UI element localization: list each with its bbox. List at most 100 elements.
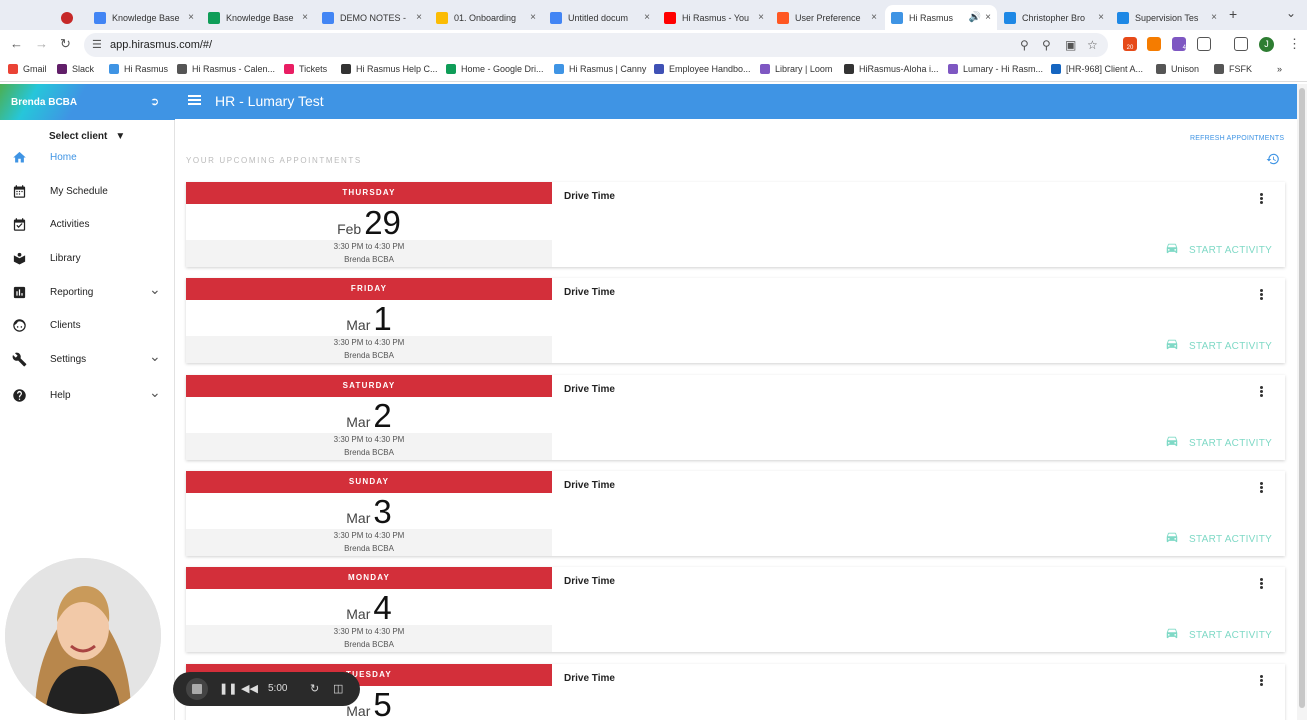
bookmark-item[interactable]: FSFK xyxy=(1214,64,1252,74)
bookmark-item[interactable]: Hi Rasmus | Canny xyxy=(554,64,646,74)
appointment-card[interactable]: FRIDAY Mar1 3:30 PM to 4:30 PM Brenda BCBA D… xyxy=(186,278,1285,363)
restart-icon[interactable]: ↻ xyxy=(310,682,319,695)
profile-avatar[interactable]: J xyxy=(1259,37,1274,52)
more-options-icon[interactable] xyxy=(1258,482,1264,494)
appointment-card[interactable]: SUNDAY Mar3 3:30 PM to 4:30 PM Brenda BCBA D… xyxy=(186,471,1285,556)
extensions-puzzle-icon[interactable] xyxy=(1197,37,1211,51)
rewind-icon[interactable]: ◀◀ xyxy=(241,682,258,695)
browser-tab[interactable]: Christopher Bro × xyxy=(998,5,1110,30)
browser-tab[interactable] xyxy=(55,5,88,30)
start-activity-button[interactable]: START ACTIVITY xyxy=(1165,628,1272,643)
browser-tab[interactable]: Knowledge Base × xyxy=(202,5,314,30)
bookmark-item[interactable]: Hi Rasmus - Calen... xyxy=(177,64,275,74)
reload-icon[interactable]: ↻ xyxy=(60,36,71,52)
bookmark-label: Hi Rasmus Help C... xyxy=(356,64,438,74)
sidebar-item-settings[interactable]: Settings ⌄ xyxy=(0,344,175,374)
refresh-appointments-button[interactable]: REFRESH APPOINTMENTS xyxy=(1190,135,1284,142)
location-icon[interactable]: ⚲ xyxy=(1020,38,1029,52)
bookmark-item[interactable]: Library | Loom xyxy=(760,64,832,74)
close-tab-icon[interactable]: × xyxy=(530,12,536,23)
bookmark-item[interactable]: Hi Rasmus xyxy=(109,64,168,74)
bookmark-item[interactable]: Gmail xyxy=(8,64,47,74)
speaker-icon[interactable]: 🔊 xyxy=(969,12,981,23)
trash-icon[interactable]: ◫ xyxy=(333,682,343,695)
close-tab-icon[interactable]: × xyxy=(188,12,194,23)
close-tab-icon[interactable]: × xyxy=(302,12,308,23)
browser-tab[interactable]: User Preference × xyxy=(771,5,883,30)
bookmark-item[interactable]: HiRasmus-Aloha i... xyxy=(844,64,939,74)
bookmark-item[interactable]: Lumary - Hi Rasm... xyxy=(948,64,1043,74)
extension-icon-2[interactable] xyxy=(1147,37,1161,51)
browser-tab[interactable]: Knowledge Base × xyxy=(88,5,200,30)
stop-recording-button[interactable] xyxy=(186,678,208,700)
more-options-icon[interactable] xyxy=(1258,578,1264,590)
sidebar-item-my-schedule[interactable]: My Schedule xyxy=(0,176,175,206)
extension-icon-1[interactable]: 20 xyxy=(1123,37,1137,51)
close-tab-icon[interactable]: × xyxy=(1211,12,1217,23)
browser-menu-icon[interactable]: ⋮ xyxy=(1288,36,1301,52)
close-tab-icon[interactable]: × xyxy=(985,12,991,23)
close-tab-icon[interactable]: × xyxy=(416,12,422,23)
more-options-icon[interactable] xyxy=(1258,193,1264,205)
main-content: REFRESH APPOINTMENTS YOUR UPCOMING APPOI… xyxy=(175,119,1297,720)
tab-search-icon[interactable]: ⌄ xyxy=(1286,6,1296,20)
new-tab-button[interactable]: + xyxy=(1229,6,1237,22)
sidebar-item-help[interactable]: Help ⌄ xyxy=(0,380,175,410)
close-tab-icon[interactable]: × xyxy=(1098,12,1104,23)
history-icon[interactable] xyxy=(1266,152,1280,166)
start-activity-button[interactable]: START ACTIVITY xyxy=(1165,243,1272,258)
page-scrollbar[interactable] xyxy=(1297,84,1307,720)
bookmark-item[interactable]: Employee Handbo... xyxy=(654,64,751,74)
sidebar-item-library[interactable]: Library xyxy=(0,243,175,273)
start-activity-button[interactable]: START ACTIVITY xyxy=(1165,532,1272,547)
pause-icon[interactable]: ❚❚ xyxy=(219,682,237,695)
bookmark-item[interactable]: Home - Google Dri... xyxy=(446,64,544,74)
sidebar-item-home[interactable]: Home xyxy=(0,142,175,172)
close-tab-icon[interactable]: × xyxy=(758,12,764,23)
browser-tab[interactable]: Supervision Tes × xyxy=(1111,5,1223,30)
extension-icon-3[interactable]: 4 xyxy=(1172,37,1186,51)
bookmark-star-icon[interactable]: ☆ xyxy=(1087,38,1098,52)
select-client-dropdown[interactable]: Select client ▼ xyxy=(49,131,125,142)
browser-tab[interactable]: Hi Rasmus 🔊 × xyxy=(885,5,997,30)
hamburger-menu-icon[interactable] xyxy=(188,95,201,105)
bookmark-item[interactable]: [HR-968] Client A... xyxy=(1051,64,1143,74)
browser-tab[interactable]: 01. Onboarding × xyxy=(430,5,542,30)
chevron-down-icon[interactable]: ⌄ xyxy=(149,281,161,298)
more-options-icon[interactable] xyxy=(1258,386,1264,398)
bookmarks-overflow-icon[interactable]: » xyxy=(1277,64,1282,74)
logout-icon[interactable]: ➲ xyxy=(150,95,159,108)
forward-icon[interactable]: → xyxy=(35,36,48,51)
appointment-card[interactable]: THURSDAY Feb29 3:30 PM to 4:30 PM Brenda BC… xyxy=(186,182,1285,267)
bookmark-item[interactable]: Hi Rasmus Help C... xyxy=(341,64,438,74)
bookmark-item[interactable]: Tickets xyxy=(284,64,327,74)
browser-tab[interactable]: Untitled docum × xyxy=(544,5,656,30)
more-options-icon[interactable] xyxy=(1258,675,1264,687)
sidebar-item-clients[interactable]: Clients xyxy=(0,310,175,340)
more-options-icon[interactable] xyxy=(1258,289,1264,301)
bookmark-item[interactable]: Unison xyxy=(1156,64,1199,74)
side-panel-icon[interactable] xyxy=(1234,37,1248,51)
sidebar-item-reporting[interactable]: Reporting ⌄ xyxy=(0,277,175,307)
install-icon[interactable]: ▣ xyxy=(1065,38,1076,52)
site-info-icon[interactable]: ☰ xyxy=(92,38,102,51)
bookmark-item[interactable]: Slack xyxy=(57,64,94,74)
start-activity-button[interactable]: START ACTIVITY xyxy=(1165,436,1272,451)
browser-tab[interactable]: DEMO NOTES - × xyxy=(316,5,428,30)
back-icon[interactable]: ← xyxy=(10,36,23,51)
bookmark-favicon-icon xyxy=(844,64,854,74)
key-icon[interactable]: ⚲ xyxy=(1042,38,1051,52)
appointment-month: Mar xyxy=(346,317,371,333)
appointment-title: Drive Time xyxy=(564,384,615,395)
browser-tab[interactable]: Hi Rasmus - You × xyxy=(658,5,770,30)
sidebar-item-activities[interactable]: Activities xyxy=(0,209,175,239)
appointment-weekday: MONDAY xyxy=(186,567,552,589)
close-tab-icon[interactable]: × xyxy=(871,12,877,23)
start-activity-button[interactable]: START ACTIVITY xyxy=(1165,339,1272,354)
chevron-down-icon[interactable]: ⌄ xyxy=(149,384,161,401)
address-bar[interactable]: ☰ app.hirasmus.com/#/ ⚲ ⚲ ▣ ☆ xyxy=(84,33,1108,57)
appointment-card[interactable]: SATURDAY Mar2 3:30 PM to 4:30 PM Brenda BCB… xyxy=(186,375,1285,460)
chevron-down-icon[interactable]: ⌄ xyxy=(149,348,161,365)
appointment-card[interactable]: MONDAY Mar4 3:30 PM to 4:30 PM Brenda BCBA D… xyxy=(186,567,1285,652)
close-tab-icon[interactable]: × xyxy=(644,12,650,23)
